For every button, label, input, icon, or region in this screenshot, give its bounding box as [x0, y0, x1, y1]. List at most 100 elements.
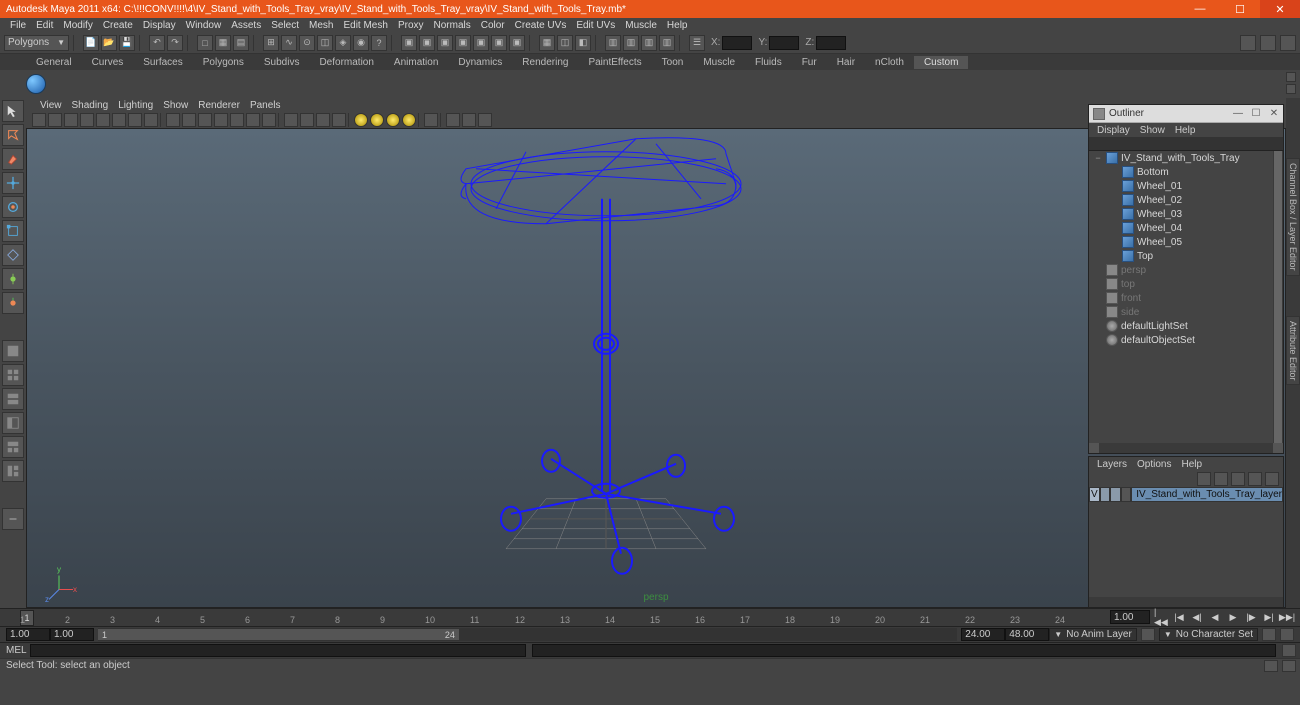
outliner-close[interactable]: ✕ [1265, 108, 1283, 119]
render-ipr-icon[interactable]: ▣ [455, 35, 471, 51]
vp-iso-icon[interactable] [424, 113, 438, 127]
layer-name[interactable]: IV_Stand_with_Tools_Tray_layer [1131, 487, 1283, 502]
render-view-icon[interactable]: ▣ [491, 35, 507, 51]
vp-menu-renderer[interactable]: Renderer [194, 100, 244, 111]
shelf-tab-animation[interactable]: Animation [384, 56, 448, 69]
soft-mod-tool[interactable] [2, 268, 24, 290]
shelf-opt-2[interactable] [1286, 84, 1296, 94]
shelf-tab-polygons[interactable]: Polygons [193, 56, 254, 69]
menu-modify[interactable]: Modify [59, 20, 96, 31]
snap-view-icon[interactable]: ◈ [335, 35, 351, 51]
scale-tool[interactable] [2, 220, 24, 242]
vp-shade-4-icon[interactable] [214, 113, 228, 127]
shelf-tab-deformation[interactable]: Deformation [309, 56, 383, 69]
render-globals-icon[interactable]: ▣ [473, 35, 489, 51]
manip-tool[interactable] [2, 244, 24, 266]
minimize-button[interactable]: — [1180, 0, 1220, 18]
layer-type-toggle[interactable] [1100, 487, 1111, 502]
render-settings-icon[interactable]: ▣ [509, 35, 525, 51]
shelf-tab-dynamics[interactable]: Dynamics [448, 56, 512, 69]
range-start-field[interactable]: 1.00 [6, 628, 50, 641]
snap-curve-icon[interactable]: ∿ [281, 35, 297, 51]
vp-light-3-icon[interactable] [386, 113, 400, 127]
file-open-icon[interactable]: 📂 [101, 35, 117, 51]
shelf-tab-painteffects[interactable]: PaintEffects [578, 56, 651, 69]
layer-tool-4[interactable] [1248, 472, 1262, 486]
sel-obj-icon[interactable]: □ [197, 35, 213, 51]
step-fwd-key-button[interactable]: ▶| [1262, 610, 1276, 624]
vp-shade-5-icon[interactable] [230, 113, 244, 127]
layer-vis-toggle[interactable]: V [1089, 487, 1100, 502]
layout-btn-1[interactable] [1240, 35, 1256, 51]
snap-live-icon[interactable]: ◉ [353, 35, 369, 51]
layers-hscroll[interactable] [1089, 597, 1283, 607]
outliner-menu-show[interactable]: Show [1136, 125, 1169, 136]
menu-normals[interactable]: Normals [430, 20, 475, 31]
tool-help-icon[interactable]: ? [371, 35, 387, 51]
menu-color[interactable]: Color [477, 20, 509, 31]
render-frame-icon[interactable]: ▣ [437, 35, 453, 51]
vp-shade-7-icon[interactable] [262, 113, 276, 127]
menu-edit-mesh[interactable]: Edit Mesh [339, 20, 391, 31]
menu-mesh[interactable]: Mesh [305, 20, 337, 31]
vp-safe-icon[interactable] [112, 113, 126, 127]
layout-hyper[interactable] [2, 460, 24, 482]
layers-menu-help[interactable]: Help [1177, 459, 1206, 470]
outliner-tree[interactable]: −IV_Stand_with_Tools_TrayBottomWheel_01W… [1089, 151, 1283, 443]
outliner-item[interactable]: defaultLightSet [1089, 319, 1283, 333]
vp-shade-3-icon[interactable] [198, 113, 212, 127]
input-preset-icon[interactable]: ☰ [689, 35, 705, 51]
layout-btn-2[interactable] [1260, 35, 1276, 51]
script-editor-button[interactable] [1282, 644, 1296, 657]
range-out-field[interactable]: 24.00 [961, 628, 1005, 641]
menu-edit-uvs[interactable]: Edit UVs [572, 20, 619, 31]
outliner-item[interactable]: persp [1089, 263, 1283, 277]
vp-light-2-icon[interactable] [370, 113, 384, 127]
vp-shade-1-icon[interactable] [166, 113, 180, 127]
layer-tool-3[interactable] [1231, 472, 1245, 486]
snap-point-icon[interactable]: ⊙ [299, 35, 315, 51]
vp-smooth-icon[interactable] [300, 113, 314, 127]
vp-flat-icon[interactable] [316, 113, 330, 127]
sel-comp-icon[interactable]: ▦ [215, 35, 231, 51]
shelf-tab-custom[interactable]: Custom [914, 56, 968, 69]
vp-camera-icon[interactable] [32, 113, 46, 127]
help-opt-1[interactable] [1264, 660, 1278, 672]
menu-display[interactable]: Display [139, 20, 180, 31]
outliner-menu-help[interactable]: Help [1171, 125, 1200, 136]
shelf-opt-1[interactable] [1286, 72, 1296, 82]
vp-grid-icon[interactable] [80, 113, 94, 127]
snap-plane-icon[interactable]: ◫ [317, 35, 333, 51]
coord-z-input[interactable] [816, 36, 846, 50]
layout-four[interactable] [2, 364, 24, 386]
vp-light-4-icon[interactable] [402, 113, 416, 127]
vp-menu-shading[interactable]: Shading [68, 100, 113, 111]
outliner-item[interactable]: side [1089, 305, 1283, 319]
help-opt-2[interactable] [1282, 660, 1296, 672]
xform-rel-icon[interactable]: ▥ [623, 35, 639, 51]
xform-icon[interactable]: ▥ [605, 35, 621, 51]
shelf-tab-surfaces[interactable]: Surfaces [133, 56, 192, 69]
menu-window[interactable]: Window [182, 20, 226, 31]
shelf-tab-subdivs[interactable]: Subdivs [254, 56, 310, 69]
current-frame-field[interactable]: 1.00 [1110, 610, 1150, 624]
layout-btn-3[interactable] [1280, 35, 1296, 51]
anim-layer-dropdown[interactable]: ▼No Anim Layer [1049, 628, 1137, 641]
redo-icon[interactable]: ↷ [167, 35, 183, 51]
menu-create[interactable]: Create [99, 20, 137, 31]
shelf-tab-curves[interactable]: Curves [82, 56, 134, 69]
prefs-button[interactable] [1280, 628, 1294, 641]
menu-help[interactable]: Help [663, 20, 692, 31]
vp-shade-2-icon[interactable] [182, 113, 196, 127]
outliner-hscroll[interactable] [1089, 443, 1283, 453]
layer-tool-1[interactable] [1197, 472, 1211, 486]
file-save-icon[interactable]: 💾 [119, 35, 135, 51]
menu-select[interactable]: Select [267, 20, 303, 31]
layout-single[interactable] [2, 340, 24, 362]
sel-hier-icon[interactable]: ▤ [233, 35, 249, 51]
shelf-tab-fur[interactable]: Fur [792, 56, 827, 69]
vp-bookmark-icon[interactable] [48, 113, 62, 127]
step-back-key-button[interactable]: |◀ [1172, 610, 1186, 624]
menu-proxy[interactable]: Proxy [394, 20, 428, 31]
outliner-vscroll[interactable] [1273, 151, 1283, 443]
